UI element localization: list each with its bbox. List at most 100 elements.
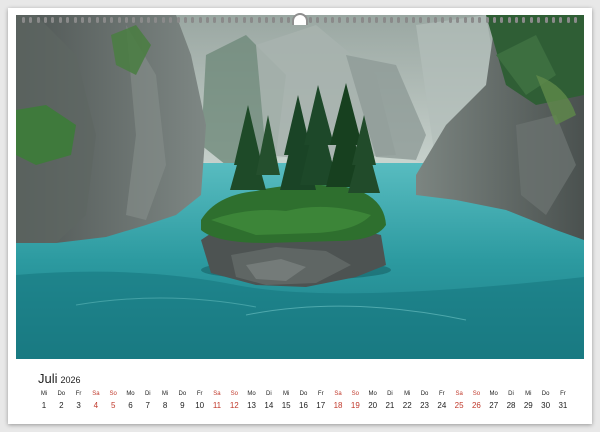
weekday-label: Mi	[161, 391, 169, 397]
day-cell: Fr 31	[555, 390, 571, 420]
binding-loop	[73, 17, 77, 23]
binding-loop	[559, 17, 563, 23]
fjord-island-image	[16, 15, 584, 359]
weekday-label: Di	[266, 391, 272, 397]
day-number: 29	[523, 401, 533, 410]
day-cell: Mi 15	[278, 390, 294, 420]
day-number: 5	[110, 401, 116, 410]
binding-loop	[66, 17, 70, 23]
day-cell: Di 21	[382, 390, 398, 420]
binding-loop	[507, 17, 511, 23]
day-cell: Mo 6	[122, 390, 138, 420]
day-number: 10	[195, 401, 205, 410]
binding-loop	[139, 17, 143, 23]
binding-loop	[500, 17, 504, 23]
binding-loop	[29, 17, 33, 23]
binding-loop	[176, 17, 180, 23]
day-cell: Di 28	[503, 390, 519, 420]
weekday-label: Mi	[282, 391, 290, 397]
day-cell: Do 16	[295, 390, 311, 420]
month-name: Juli	[38, 371, 58, 386]
binding-loop	[382, 17, 386, 23]
binding-loop	[345, 17, 349, 23]
binding-loop	[205, 17, 209, 23]
day-number: 18	[333, 401, 343, 410]
day-cell: Mo 27	[486, 390, 502, 420]
binding-loop	[316, 17, 320, 23]
binding-loop	[22, 17, 25, 23]
weekday-label: Fr	[317, 391, 324, 397]
binding-loop	[220, 17, 224, 23]
binding-loop	[154, 17, 158, 23]
weekday-label: Mo	[368, 391, 377, 397]
weekday-label: So	[230, 391, 238, 397]
weekday-label: Do	[57, 391, 66, 397]
binding-loop	[412, 17, 416, 23]
weekday-label: So	[472, 391, 481, 397]
binding-loop	[51, 17, 55, 23]
day-number: 25	[454, 401, 464, 410]
day-number: 9	[180, 401, 185, 410]
binding-loop	[404, 17, 408, 23]
day-cell: So 12	[226, 390, 242, 420]
binding-loop	[544, 17, 548, 23]
binding-loop	[264, 17, 268, 23]
day-cell: Fr 17	[313, 390, 329, 420]
weekday-label: Mi	[525, 391, 532, 397]
binding-loop	[309, 17, 313, 23]
binding-loop	[323, 17, 327, 23]
day-cell: Di 14	[261, 390, 277, 420]
weekday-label: Sa	[213, 391, 221, 397]
day-number: 21	[385, 401, 395, 410]
binding-loop	[537, 17, 541, 23]
binding-loop	[434, 17, 438, 23]
binding-loop	[515, 17, 519, 23]
weekday-label: Fr	[560, 391, 566, 397]
day-number: 6	[128, 401, 133, 410]
binding-loop	[191, 17, 195, 23]
day-cell: So 19	[347, 390, 363, 420]
binding-loop	[367, 17, 371, 23]
day-number: 8	[162, 401, 168, 410]
binding-loop	[566, 17, 570, 23]
binding-loop	[110, 17, 114, 23]
binding-loop	[161, 17, 165, 23]
binding-loop	[463, 17, 467, 23]
day-cell: So 5	[105, 390, 121, 420]
month-title: Juli 2026	[38, 371, 81, 386]
binding-loop	[279, 17, 283, 23]
binding-loop	[360, 17, 364, 23]
binding-loop	[493, 17, 496, 23]
binding-loop	[213, 17, 217, 23]
day-cell: Fr 10	[192, 390, 208, 420]
day-number: 28	[506, 401, 516, 410]
binding-loop	[419, 17, 423, 23]
day-number: 16	[299, 401, 308, 410]
weekday-label: Mi	[404, 391, 411, 397]
day-number: 12	[229, 401, 239, 410]
binding-loop	[95, 17, 99, 23]
binding-loop	[389, 17, 393, 23]
binding-loop	[448, 17, 452, 23]
calendar-strip: Juli 2026 Mi 1 Do 2 Fr 3 Sa 4 So 5 Mo 6 Di 7 Mi 8 Do 9 Fr 10…	[8, 359, 592, 424]
binding-loop	[257, 17, 261, 23]
day-cell: Di 7	[140, 390, 156, 420]
binding-loop	[397, 17, 401, 23]
weekday-label: Di	[508, 391, 514, 397]
day-number: 30	[541, 401, 551, 410]
weekday-label: Do	[420, 391, 429, 397]
binding-loop	[36, 17, 40, 23]
weekday-label: Fr	[438, 391, 445, 397]
weekday-label: Di	[387, 391, 393, 397]
weekday-label: Do	[299, 391, 308, 397]
hanger-hook	[292, 13, 308, 25]
day-cell: So 26	[468, 390, 484, 420]
binding-loop	[426, 17, 430, 23]
binding-loop	[183, 17, 187, 23]
day-number: 1	[41, 401, 47, 410]
day-cell: Mo 13	[244, 390, 260, 420]
binding-loop	[102, 17, 106, 23]
binding-loop	[272, 17, 276, 23]
weekday-label: Sa	[334, 391, 342, 397]
day-cell: Do 23	[417, 390, 433, 420]
